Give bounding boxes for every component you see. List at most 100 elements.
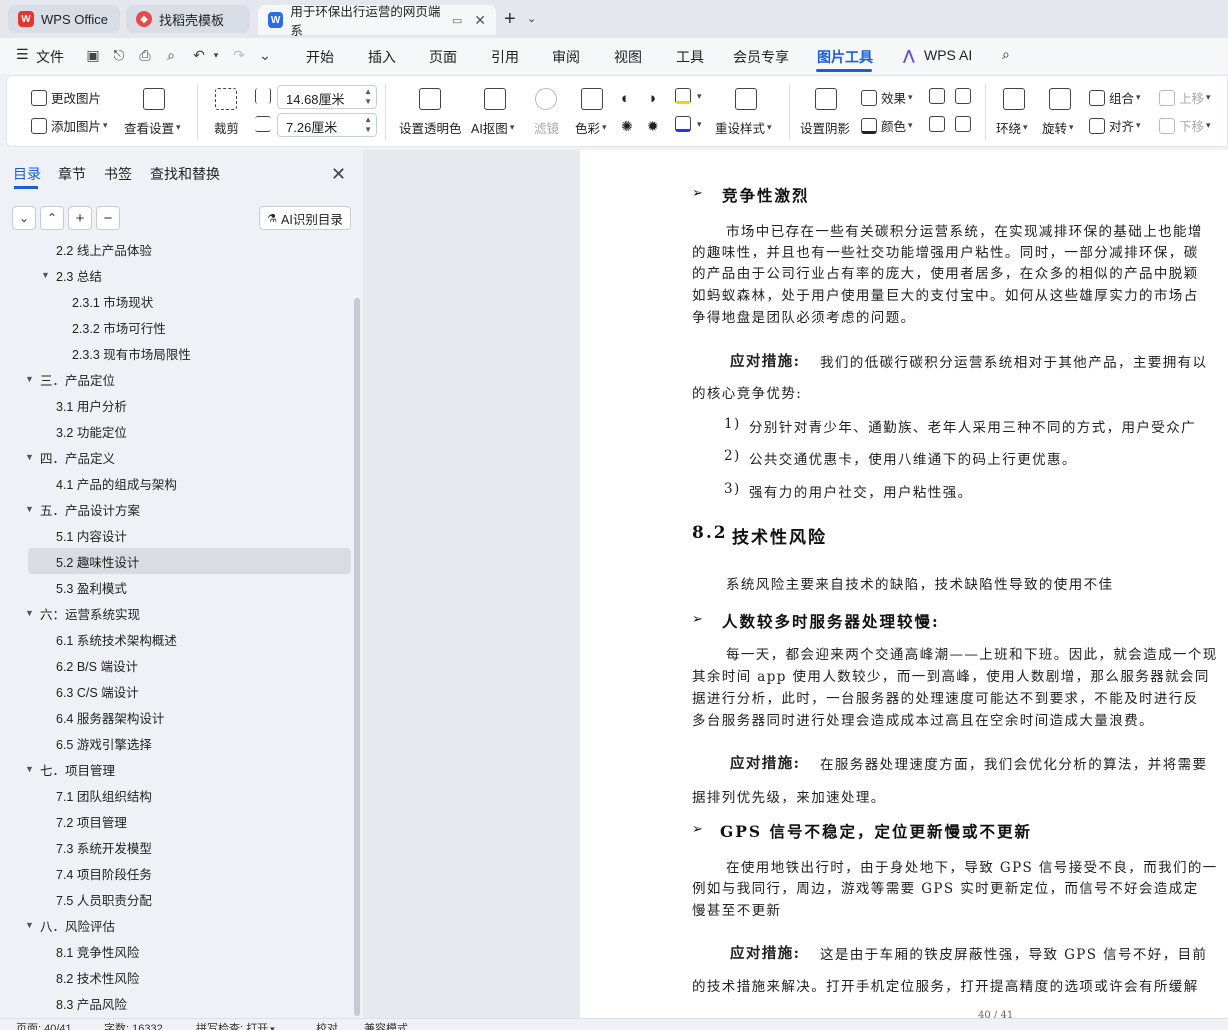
toc-item[interactable]: 6.2 B/S 端设计 — [0, 652, 352, 678]
menu-home[interactable]: 开始 — [306, 47, 334, 67]
menu-references[interactable]: 引用 — [491, 47, 519, 67]
change-image-button[interactable]: 更改图片 — [31, 88, 101, 107]
view-settings-icon[interactable] — [143, 88, 169, 110]
toc-item[interactable]: 7.5 人员职责分配 — [0, 886, 352, 912]
rotate-button[interactable]: 旋转 — [1042, 118, 1074, 137]
print-icon[interactable]: ⎙ — [136, 47, 154, 65]
toc-item[interactable]: ▼ 四．产品定义 — [0, 444, 352, 470]
toc-item[interactable]: 8.2 技术性风险 — [0, 964, 352, 990]
menu-insert[interactable]: 插入 — [368, 47, 396, 67]
contrast-up-icon[interactable]: ✺ — [621, 118, 633, 135]
effects-button[interactable]: 效果 — [861, 88, 913, 107]
shade-button[interactable]: 颜色 — [861, 116, 913, 135]
toc-item[interactable]: ▼ 五．产品设计方案 — [0, 496, 352, 522]
toc-item[interactable]: ▼ 八．风险评估 — [0, 912, 352, 938]
view-settings-button[interactable]: 查看设置 — [124, 118, 181, 137]
search-icon[interactable]: ⌕ — [1002, 46, 1010, 63]
shadow-down-icon[interactable] — [955, 88, 975, 104]
toc-item[interactable]: 2.3.3 现有市场局限性 — [0, 340, 352, 366]
menu-review[interactable]: 审阅 — [552, 47, 580, 67]
tab-document[interactable]: W 用于环保出行运营的网页端系 ▭ ✕ — [258, 5, 496, 38]
spin-arrows-icon[interactable]: ▲ ▼ — [364, 87, 372, 107]
toc-item[interactable]: ▼ 2.3 总结 — [0, 262, 352, 288]
toc-item[interactable]: 6.1 系统技术架构概述 — [0, 626, 352, 652]
tab-list-chevron-icon[interactable]: ⌄ — [527, 12, 536, 25]
toc-item[interactable]: 2.3.2 市场可行性 — [0, 314, 352, 340]
toc-item[interactable]: 8.1 竞争性风险 — [0, 938, 352, 964]
ai-cutout-icon[interactable] — [484, 88, 510, 110]
set-transparent-icon[interactable] — [419, 88, 445, 110]
toc-item[interactable]: 7.3 系统开发模型 — [0, 834, 352, 860]
toc-scrollbar[interactable] — [354, 298, 360, 1016]
hamburger-icon[interactable]: ☰ — [16, 46, 29, 63]
export-icon[interactable]: ⎋ — [110, 47, 128, 65]
height-input[interactable]: 7.26厘米 ▲ ▼ — [277, 113, 377, 137]
menu-wps-ai[interactable]: WPS AI — [924, 47, 972, 63]
align-button[interactable]: 对齐 — [1089, 116, 1141, 135]
send-backward-button[interactable]: 下移 — [1159, 116, 1211, 135]
brightness-down-icon[interactable]: ◑ — [647, 90, 656, 107]
expand-caret-icon[interactable]: ▼ — [25, 374, 34, 384]
highlight-icon[interactable] — [675, 88, 702, 104]
toc-item[interactable]: 5.1 内容设计 — [0, 522, 352, 548]
tab-docer[interactable]: ◆ 找稻壳模板 — [126, 5, 250, 33]
document-page[interactable]: ➢ 竞争性激烈 市场中已存在一些有关碳积分运营系统，在实现减排环保的基础上也能增… — [580, 150, 1228, 1018]
width-input[interactable]: 14.68厘米 ▲ ▼ — [277, 85, 377, 109]
nav-tab-find-replace[interactable]: 查找和替换 — [150, 164, 220, 184]
bring-forward-button[interactable]: 上移 — [1159, 88, 1211, 107]
toc-item[interactable]: 6.3 C/S 端设计 — [0, 678, 352, 704]
group-button[interactable]: 组合 — [1089, 88, 1141, 107]
tab-wps-office[interactable]: W WPS Office — [8, 5, 120, 33]
border-color-icon[interactable] — [675, 116, 702, 132]
toc-item[interactable]: 7.1 团队组织结构 — [0, 782, 352, 808]
proofread-button[interactable]: 校对 — [316, 1020, 338, 1030]
reset-style-icon[interactable] — [735, 88, 761, 110]
spin-arrows-icon[interactable]: ▲ ▼ — [364, 115, 372, 135]
expand-caret-icon[interactable]: ▼ — [25, 504, 34, 514]
undo-dropdown-icon[interactable]: ▾ — [207, 50, 225, 68]
nav-tab-chapter[interactable]: 章节 — [58, 164, 86, 184]
wrap-button[interactable]: 环绕 — [996, 118, 1028, 137]
menu-file[interactable]: 文件 — [36, 47, 64, 67]
close-tab-icon[interactable]: ✕ — [474, 12, 486, 29]
toc-item[interactable]: 8.3 产品风险 — [0, 990, 352, 1016]
page-indicator[interactable]: 页面: 40/41 — [16, 1020, 72, 1030]
toc-item[interactable]: 2.3.1 市场现状 — [0, 288, 352, 314]
toc-item[interactable]: ▼ 六：运营系统实现 — [0, 600, 352, 626]
brightness-up-icon[interactable]: ◐ — [621, 90, 630, 107]
redo-icon[interactable]: ↷ — [230, 47, 248, 65]
more-icon[interactable]: ⌄ — [256, 47, 274, 65]
toc-item[interactable]: 6.4 服务器架构设计 — [0, 704, 352, 730]
new-tab-icon[interactable]: + — [504, 8, 516, 31]
menu-member[interactable]: 会员专享 — [733, 47, 789, 67]
rotate-icon[interactable] — [1049, 88, 1075, 110]
menu-tools[interactable]: 工具 — [676, 47, 704, 67]
expand-caret-icon[interactable]: ▼ — [25, 608, 34, 618]
toc-item[interactable]: 5.2 趣味性设计 — [28, 548, 351, 574]
set-shadow-button[interactable]: 设置阴影 — [800, 118, 850, 137]
nav-tab-bookmark[interactable]: 书签 — [104, 164, 132, 184]
remove-heading-button[interactable]: − — [96, 206, 120, 230]
collapse-up-button[interactable]: ⌃ — [40, 206, 64, 230]
set-transparent-button[interactable]: 设置透明色 — [399, 118, 462, 137]
ai-cutout-button[interactable]: AI抠图 — [471, 118, 514, 137]
expand-down-button[interactable]: ⌄ — [12, 206, 36, 230]
crop-icon[interactable] — [215, 88, 241, 110]
toc-item[interactable]: 3.2 功能定位 — [0, 418, 352, 444]
expand-caret-icon[interactable]: ▼ — [25, 764, 34, 774]
menu-picture-tools[interactable]: 图片工具 — [817, 47, 873, 67]
spell-check-toggle[interactable]: 拼写检查: 打开 — [196, 1020, 275, 1030]
toc-item[interactable]: 6.5 游戏引擎选择 — [0, 730, 352, 756]
toc-item[interactable]: ▼ 七．项目管理 — [0, 756, 352, 782]
close-pane-icon[interactable]: ✕ — [331, 164, 346, 185]
add-heading-button[interactable]: + — [68, 206, 92, 230]
menu-page[interactable]: 页面 — [429, 47, 457, 67]
undo-icon[interactable]: ↶ — [190, 47, 208, 65]
color-icon[interactable] — [581, 88, 607, 110]
word-count[interactable]: 字数: 16332 — [104, 1020, 163, 1030]
toc-item[interactable]: 7.4 项目阶段任务 — [0, 860, 352, 886]
expand-caret-icon[interactable]: ▼ — [25, 920, 34, 930]
save-icon[interactable]: ▣ — [84, 47, 102, 65]
filter-button[interactable]: 滤镜 — [534, 118, 559, 137]
wrap-icon[interactable] — [1003, 88, 1029, 110]
